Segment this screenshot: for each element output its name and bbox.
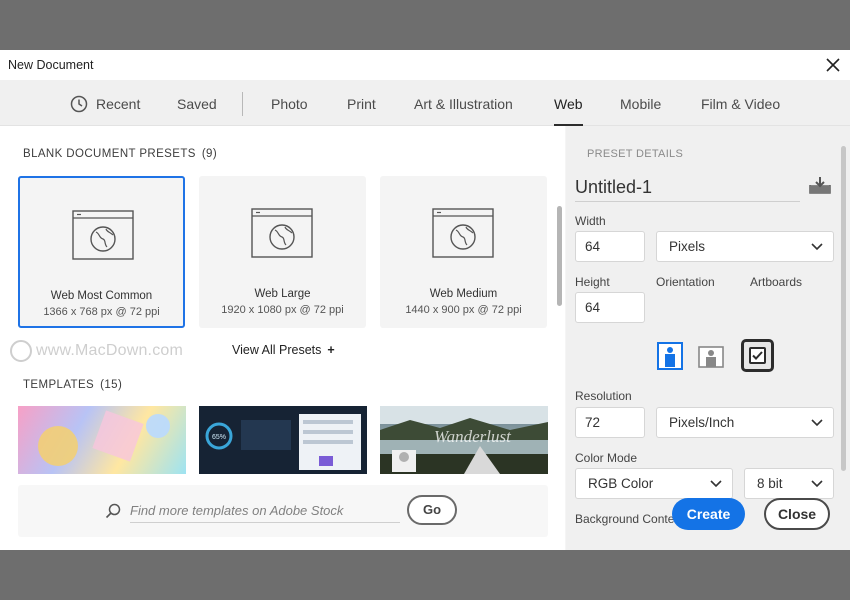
watermark-text: www.MacDown.com bbox=[36, 342, 184, 359]
web-document-icon bbox=[432, 208, 494, 258]
tab-film-video[interactable]: Film & Video bbox=[701, 80, 780, 126]
landscape-art-icon: Wanderlust bbox=[380, 406, 548, 474]
artboards-check bbox=[749, 347, 766, 364]
orientation-label: Orientation bbox=[656, 275, 715, 289]
app-backdrop-bottom bbox=[0, 550, 850, 600]
stock-search-bar: Go bbox=[18, 485, 548, 537]
landscape-orientation-icon[interactable] bbox=[698, 342, 724, 370]
templates-heading: TEMPLATES (15) bbox=[23, 379, 122, 391]
artboards-checkbox[interactable] bbox=[741, 339, 774, 372]
save-preset-icon[interactable] bbox=[809, 176, 831, 194]
height-input[interactable] bbox=[575, 292, 645, 323]
presets-scrollbar[interactable] bbox=[557, 206, 562, 306]
preset-name: Web Most Common bbox=[50, 290, 153, 302]
close-icon[interactable] bbox=[824, 56, 842, 74]
presets-panel: BLANK DOCUMENT PRESETS (9) Web Most Commo… bbox=[0, 126, 565, 550]
details-scrollbar[interactable] bbox=[841, 146, 846, 471]
chevron-down-icon bbox=[811, 480, 823, 488]
tab-print[interactable]: Print bbox=[347, 80, 376, 126]
dashboard-art-icon: 65% bbox=[205, 414, 361, 470]
template-thumbnail-dashboard[interactable]: 65% bbox=[199, 406, 367, 474]
close-button[interactable]: Close bbox=[764, 498, 830, 530]
width-label: Width bbox=[575, 214, 606, 228]
width-unit-value: Pixels bbox=[669, 239, 706, 254]
search-icon bbox=[105, 503, 121, 519]
blank-presets-count: (9) bbox=[201, 148, 218, 160]
tab-mobile[interactable]: Mobile bbox=[620, 80, 661, 126]
color-mode-value: RGB Color bbox=[588, 476, 654, 491]
tab-saved[interactable]: Saved bbox=[177, 80, 217, 126]
preset-dimensions: 1366 x 768 px @ 72 ppi bbox=[43, 306, 160, 318]
create-button[interactable]: Create bbox=[672, 498, 745, 530]
bit-depth-value: 8 bit bbox=[757, 476, 783, 491]
view-all-presets-link[interactable]: View All Presets + bbox=[232, 343, 335, 357]
tab-photo[interactable]: Photo bbox=[271, 80, 308, 126]
blank-presets-title: BLANK DOCUMENT PRESETS bbox=[23, 148, 196, 160]
new-document-dialog: New Document Recent Saved Photo Print Ar… bbox=[0, 50, 850, 550]
app-backdrop bbox=[0, 0, 850, 50]
resolution-label: Resolution bbox=[575, 389, 632, 403]
watermark-logo-icon bbox=[10, 340, 32, 362]
width-unit-select[interactable]: Pixels bbox=[656, 231, 834, 262]
plus-icon: + bbox=[327, 343, 335, 357]
templates-title: TEMPLATES bbox=[23, 379, 95, 391]
preset-details-panel: PRESET DETAILS Width Pixels Height Orien… bbox=[566, 126, 850, 550]
go-button[interactable]: Go bbox=[407, 495, 457, 525]
chevron-down-icon bbox=[710, 480, 722, 488]
stock-search-input[interactable] bbox=[130, 499, 400, 523]
template-art-icon bbox=[38, 410, 170, 466]
tab-divider bbox=[242, 92, 243, 116]
tab-art-illustration[interactable]: Art & Illustration bbox=[414, 80, 513, 126]
color-mode-select[interactable]: RGB Color bbox=[575, 468, 733, 499]
dialog-title: New Document bbox=[8, 58, 94, 72]
preset-card-web-large[interactable]: Web Large 1920 x 1080 px @ 72 ppi bbox=[199, 176, 366, 328]
resolution-unit-select[interactable]: Pixels/Inch bbox=[656, 407, 834, 438]
preset-name: Web Medium bbox=[429, 288, 498, 300]
dialog-titlebar: New Document bbox=[0, 50, 850, 80]
checkmark-icon bbox=[752, 351, 763, 360]
web-document-icon bbox=[251, 208, 313, 258]
height-label: Height bbox=[575, 275, 610, 289]
clock-icon bbox=[70, 95, 88, 113]
bit-depth-select[interactable]: 8 bit bbox=[744, 468, 834, 499]
web-document-icon bbox=[72, 210, 134, 260]
wanderlust-text: Wanderlust bbox=[434, 427, 512, 446]
templates-count: (15) bbox=[100, 379, 123, 391]
color-mode-label: Color Mode bbox=[575, 451, 638, 465]
template-thumbnail-colorful[interactable] bbox=[18, 406, 186, 474]
tab-recent[interactable]: Recent bbox=[96, 80, 140, 126]
width-input[interactable] bbox=[575, 231, 645, 262]
preset-card-web-medium[interactable]: Web Medium 1440 x 900 px @ 72 ppi bbox=[380, 176, 547, 328]
view-all-label: View All Presets bbox=[232, 343, 322, 357]
preset-dimensions: 1440 x 900 px @ 72 ppi bbox=[405, 304, 522, 316]
blank-presets-heading: BLANK DOCUMENT PRESETS (9) bbox=[23, 148, 217, 160]
preset-name: Web Large bbox=[254, 288, 311, 300]
preset-dimensions: 1920 x 1080 px @ 72 ppi bbox=[221, 304, 344, 316]
category-tabs: Recent Saved Photo Print Art & Illustrat… bbox=[0, 80, 850, 126]
chevron-down-icon bbox=[811, 243, 823, 251]
tab-web[interactable]: Web bbox=[554, 80, 583, 126]
template-thumbnail-wanderlust[interactable]: Wanderlust bbox=[380, 406, 548, 474]
resolution-unit-value: Pixels/Inch bbox=[669, 415, 735, 430]
dashboard-percent: 65% bbox=[212, 434, 226, 441]
resolution-input[interactable] bbox=[575, 407, 645, 438]
artboards-label: Artboards bbox=[750, 275, 803, 289]
portrait-orientation-icon[interactable] bbox=[657, 342, 683, 370]
chevron-down-icon bbox=[811, 419, 823, 427]
watermark: www.MacDown.com bbox=[10, 340, 183, 362]
preset-details-heading: PRESET DETAILS bbox=[587, 148, 684, 160]
preset-card-web-most-common[interactable]: Web Most Common 1366 x 768 px @ 72 ppi bbox=[18, 176, 185, 328]
document-name-input[interactable] bbox=[575, 174, 800, 202]
